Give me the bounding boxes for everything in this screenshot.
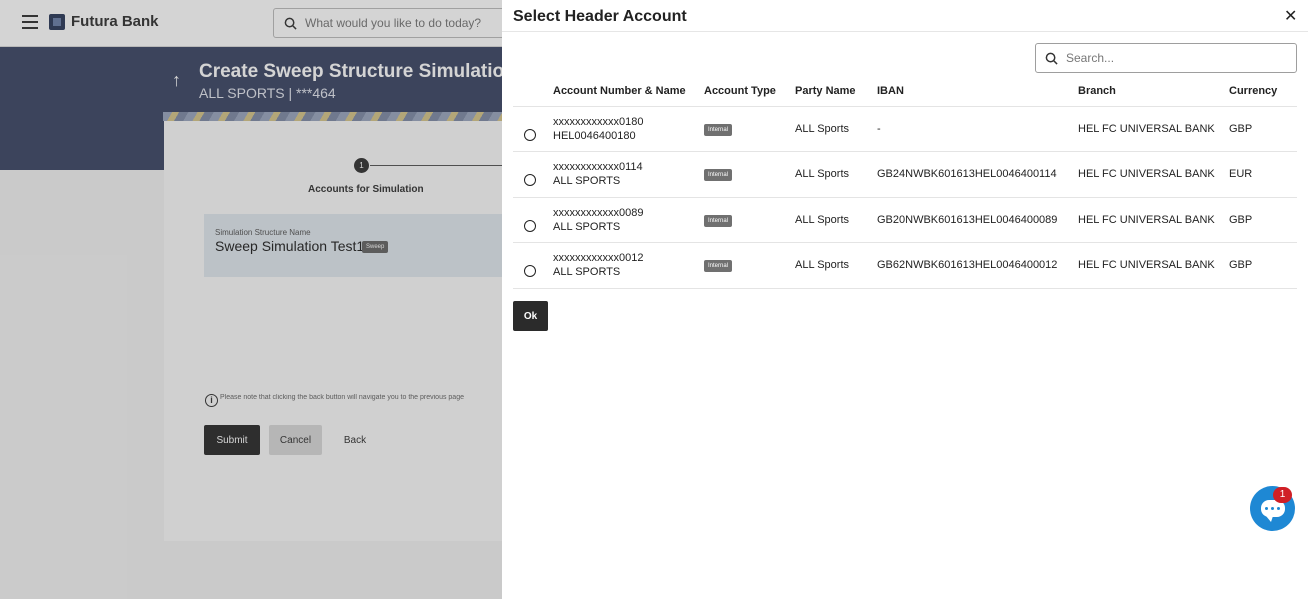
account-name: ALL SPORTS [553, 220, 621, 233]
account-type-badge: Internal [704, 214, 733, 227]
party-name: ALL Sports [795, 151, 877, 198]
column-header-account-type: Account Type [704, 77, 795, 107]
table-row[interactable]: xxxxxxxxxxxx0114 ALL SPORTS Internal ALL … [513, 151, 1297, 198]
branch: HEL FC UNIVERSAL BANK [1078, 242, 1229, 289]
table-header-row: Account Number & Name Account Type Party… [513, 77, 1297, 107]
ok-button[interactable]: Ok [513, 301, 548, 331]
account-type-badge: Internal [704, 123, 733, 136]
accounts-table: Account Number & Name Account Type Party… [513, 77, 1297, 289]
account-radio[interactable] [524, 219, 536, 232]
modal-divider [502, 31, 1308, 32]
select-header-account-modal: Select Header Account ✕ Search... Accoun… [502, 0, 1308, 599]
table-row[interactable]: xxxxxxxxxxxx0089 ALL SPORTS Internal ALL … [513, 197, 1297, 243]
close-icon[interactable]: ✕ [1284, 6, 1297, 26]
account-radio[interactable] [524, 174, 536, 187]
column-header-currency: Currency [1229, 77, 1297, 107]
branch: HEL FC UNIVERSAL BANK [1078, 151, 1229, 198]
party-name: ALL Sports [795, 106, 877, 152]
currency: GBP [1229, 197, 1297, 243]
account-search-placeholder: Search... [1066, 51, 1115, 65]
modal-title: Select Header Account [513, 8, 687, 25]
account-radio[interactable] [524, 265, 536, 278]
account-search-input[interactable]: Search... [1035, 43, 1297, 73]
column-header-party-name: Party Name [795, 77, 877, 107]
account-number: xxxxxxxxxxxx0012 [553, 252, 644, 265]
currency: GBP [1229, 106, 1297, 152]
branch: HEL FC UNIVERSAL BANK [1078, 197, 1229, 243]
currency: EUR [1229, 151, 1297, 198]
iban: GB24NWBK601613HEL0046400114 [877, 151, 1078, 198]
table-row[interactable]: xxxxxxxxxxxx0012 ALL SPORTS Internal ALL … [513, 242, 1297, 289]
iban: GB20NWBK601613HEL0046400089 [877, 197, 1078, 243]
account-radio[interactable] [524, 128, 536, 141]
iban: GB62NWBK601613HEL0046400012 [877, 242, 1078, 289]
account-name: ALL SPORTS [553, 266, 621, 279]
chat-notification-badge: 1 [1273, 487, 1292, 503]
column-header-select [513, 77, 553, 107]
column-header-iban: IBAN [877, 77, 1078, 107]
column-header-account: Account Number & Name [553, 77, 704, 107]
branch: HEL FC UNIVERSAL BANK [1078, 106, 1229, 152]
modal-backdrop[interactable] [0, 0, 502, 599]
iban: - [877, 106, 1078, 152]
account-type-badge: Internal [704, 260, 733, 273]
account-number: xxxxxxxxxxxx0180 [553, 115, 644, 128]
table-row[interactable]: xxxxxxxxxxxx0180 HEL0046400180 Internal A… [513, 106, 1297, 152]
account-type-badge: Internal [704, 169, 733, 182]
party-name: ALL Sports [795, 197, 877, 243]
currency: GBP [1229, 242, 1297, 289]
column-header-branch: Branch [1078, 77, 1229, 107]
account-name: HEL0046400180 [553, 129, 636, 142]
account-number: xxxxxxxxxxxx0089 [553, 206, 644, 219]
party-name: ALL Sports [795, 242, 877, 289]
account-name: ALL SPORTS [553, 175, 621, 188]
search-icon [1045, 52, 1058, 65]
account-number: xxxxxxxxxxxx0114 [553, 161, 643, 174]
